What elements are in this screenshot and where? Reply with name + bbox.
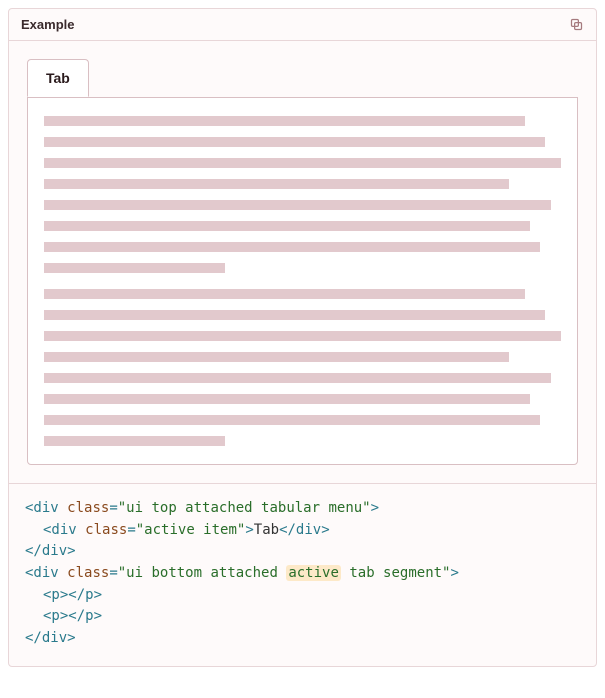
placeholder-line: [44, 263, 225, 273]
code-block: <div class="ui top attached tabular menu…: [9, 483, 596, 666]
tab-segment: [27, 97, 578, 465]
code-token: </div>: [25, 630, 76, 646]
placeholder-paragraph: [44, 289, 561, 446]
placeholder-line: [44, 289, 525, 299]
code-token: =: [109, 500, 117, 516]
placeholder-line: [44, 373, 551, 383]
placeholder-line: [44, 352, 509, 362]
placeholder-line: [44, 310, 545, 320]
code-token: <div: [43, 522, 85, 538]
code-token: <div: [25, 565, 67, 581]
code-token: >: [371, 500, 379, 516]
example-preview: Tab: [9, 41, 596, 483]
code-token: <p></p>: [43, 608, 102, 624]
placeholder-line: [44, 221, 530, 231]
code-token: "ui bottom attached: [118, 565, 287, 581]
tab-menu: Tab: [27, 59, 578, 98]
placeholder-line: [44, 179, 509, 189]
code-token: "active item": [136, 522, 246, 538]
tab-item[interactable]: Tab: [27, 59, 89, 97]
example-panel: Example Tab <div class="ui top attached …: [8, 8, 597, 667]
example-title: Example: [21, 17, 74, 32]
code-highlight: active: [286, 565, 341, 581]
code-token: =: [127, 522, 135, 538]
code-token: =: [109, 565, 117, 581]
example-header: Example: [9, 9, 596, 41]
code-token: class: [85, 522, 127, 538]
placeholder-line: [44, 137, 545, 147]
placeholder-paragraph: [44, 116, 561, 273]
code-token: >: [245, 522, 253, 538]
placeholder-line: [44, 331, 561, 341]
code-token: class: [67, 500, 109, 516]
code-token: <p></p>: [43, 587, 102, 603]
placeholder-line: [44, 394, 530, 404]
copy-code-icon[interactable]: [569, 17, 584, 32]
code-token: tab segment": [341, 565, 451, 581]
placeholder-line: [44, 415, 540, 425]
code-token: </div>: [25, 543, 76, 559]
placeholder-line: [44, 436, 225, 446]
placeholder-line: [44, 158, 561, 168]
code-token: class: [67, 565, 109, 581]
placeholder-line: [44, 242, 540, 252]
code-token: "ui top attached tabular menu": [118, 500, 371, 516]
code-token: Tab: [254, 522, 279, 538]
code-token: >: [450, 565, 458, 581]
placeholder-line: [44, 116, 525, 126]
code-token: </div>: [279, 522, 330, 538]
code-token: <div: [25, 500, 67, 516]
placeholder-line: [44, 200, 551, 210]
